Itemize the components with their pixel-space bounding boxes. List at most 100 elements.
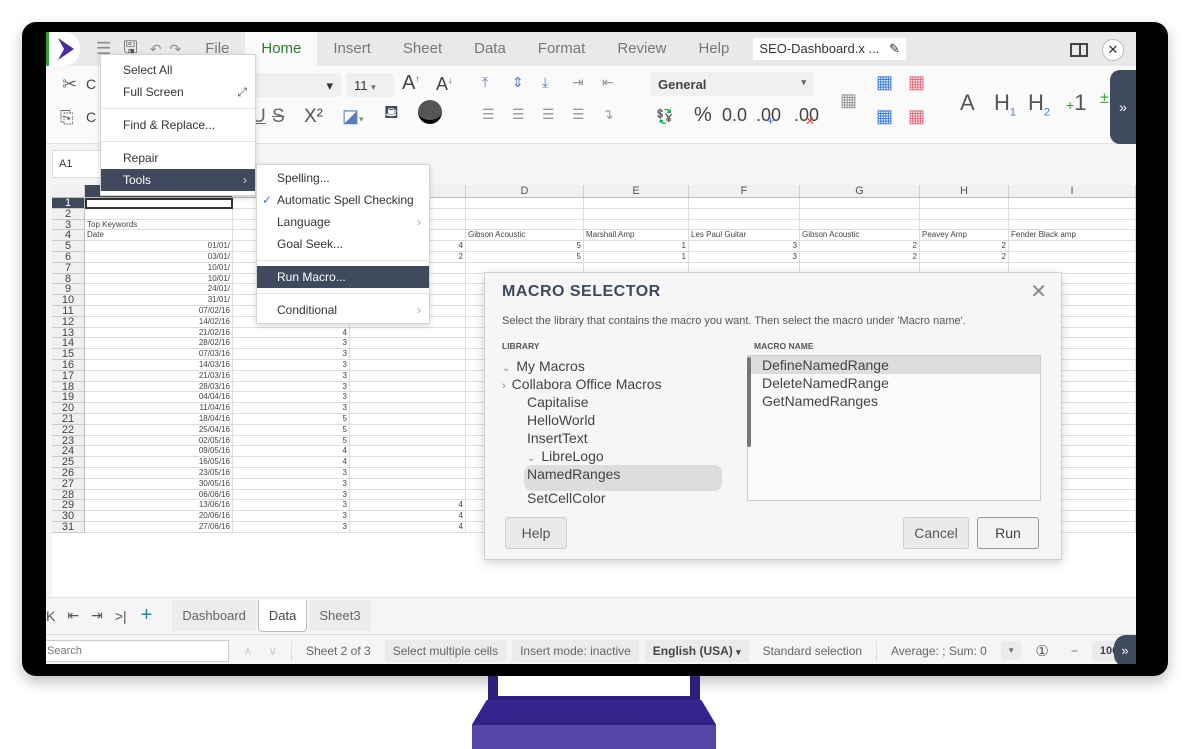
menu-item-goal-seek[interactable]: Goal Seek... bbox=[257, 233, 429, 255]
decrease-indent-icon[interactable]: ⇤ bbox=[602, 74, 614, 91]
wrap-text-icon[interactable]: ↴ bbox=[602, 106, 614, 123]
tab-help[interactable]: Help bbox=[683, 32, 746, 66]
cell[interactable]: 21/02/16 bbox=[85, 327, 233, 339]
cell[interactable]: Gibson Acoustic bbox=[800, 230, 920, 242]
cell[interactable] bbox=[920, 198, 1009, 209]
tree-item-namedranges[interactable]: NamedRanges bbox=[524, 465, 722, 491]
tab-review[interactable]: Review bbox=[601, 32, 682, 66]
menu-item-repair[interactable]: Repair bbox=[101, 147, 255, 169]
cell[interactable]: 18/04/16 bbox=[85, 414, 233, 425]
cell[interactable]: 11/04/16 bbox=[85, 403, 233, 414]
cell[interactable]: 14/02/16 bbox=[85, 316, 233, 328]
cell[interactable]: 13/06/16 bbox=[85, 500, 233, 512]
background-color-icon[interactable]: ⛾ bbox=[384, 102, 399, 126]
document-name-field[interactable]: SEO-Dashboard.x ... ✎ bbox=[753, 38, 906, 60]
copy-icon[interactable]: ⎘ bbox=[60, 108, 74, 128]
row-header[interactable]: 22 bbox=[52, 424, 85, 436]
cancel-button[interactable]: Cancel bbox=[903, 517, 969, 549]
cell[interactable] bbox=[466, 208, 584, 220]
cell[interactable] bbox=[584, 198, 689, 209]
cell[interactable] bbox=[350, 403, 466, 414]
align-right-icon[interactable]: ☰ bbox=[542, 106, 555, 123]
cell[interactable]: 10/01/ bbox=[85, 273, 233, 285]
cell[interactable] bbox=[466, 198, 584, 209]
column-header-f[interactable]: F bbox=[689, 185, 800, 198]
sheet-tab-sheet3[interactable]: Sheet3 bbox=[309, 600, 371, 631]
menu-item-auto-spellcheck[interactable]: ✓ Automatic Spell Checking bbox=[257, 189, 429, 211]
increase-indent-icon[interactable]: ⇥ bbox=[572, 74, 584, 91]
cell[interactable] bbox=[350, 360, 466, 371]
cell[interactable] bbox=[1009, 198, 1136, 209]
collabora-logo[interactable] bbox=[46, 32, 80, 66]
column-header-g[interactable]: G bbox=[800, 185, 920, 198]
cell[interactable]: 27/06/16 bbox=[85, 522, 233, 533]
statusbar-expand-button[interactable]: » bbox=[1114, 635, 1136, 664]
sheet-tab-dashboard[interactable]: Dashboard bbox=[172, 600, 256, 631]
macro-name-list[interactable]: DefineNamedRange DeleteNamedRange GetNam… bbox=[747, 355, 1041, 501]
run-button[interactable]: Run bbox=[977, 517, 1039, 549]
delete-decimal-icon[interactable]: .00✕ bbox=[794, 105, 829, 128]
currency-format-icon[interactable]: 💱 bbox=[656, 108, 673, 125]
menu-item-conditional[interactable]: Conditional › bbox=[257, 299, 429, 321]
grow-font-icon[interactable]: A↑ bbox=[402, 72, 420, 95]
cell[interactable] bbox=[689, 219, 800, 231]
align-top-icon[interactable]: ⤒ bbox=[482, 74, 488, 91]
cell[interactable]: 5 bbox=[233, 435, 350, 447]
cell[interactable]: 3 bbox=[233, 338, 350, 350]
column-header-i[interactable]: I bbox=[1009, 185, 1136, 198]
macro-item-define-named-range[interactable]: DefineNamedRange bbox=[748, 356, 1040, 374]
cell[interactable]: 06/06/16 bbox=[85, 489, 233, 501]
cell[interactable] bbox=[350, 446, 466, 458]
cell[interactable] bbox=[350, 435, 466, 447]
cell[interactable]: 25/04/16 bbox=[85, 424, 233, 436]
search-input[interactable] bbox=[46, 639, 230, 662]
font-name-dropdown[interactable]: ▾ bbox=[251, 73, 341, 97]
cell[interactable]: Peavey Amp bbox=[920, 230, 1009, 242]
number-format-icon[interactable]: 0.0 bbox=[722, 105, 747, 126]
cell[interactable]: 10/01/ bbox=[85, 262, 233, 274]
cell[interactable]: 4 bbox=[233, 457, 350, 468]
cell[interactable]: 20/06/16 bbox=[85, 511, 233, 522]
cell[interactable]: 01/01/ bbox=[85, 241, 233, 252]
font-color-icon[interactable] bbox=[418, 100, 442, 124]
cell[interactable]: 5 bbox=[233, 424, 350, 436]
cell[interactable]: 04/04/16 bbox=[85, 392, 233, 404]
row-header[interactable]: 2 bbox=[52, 208, 85, 220]
tree-item-librelogo[interactable]: ⌄ LibreLogo bbox=[502, 447, 738, 465]
cell[interactable]: 07/03/16 bbox=[85, 349, 233, 360]
ribbon-expand-button[interactable]: » bbox=[1110, 70, 1136, 144]
library-tree[interactable]: ⌄ My Macros › Collabora Office Macros Capi… bbox=[502, 357, 738, 503]
cell[interactable]: 3 bbox=[233, 349, 350, 360]
cell[interactable] bbox=[689, 208, 800, 220]
cell[interactable] bbox=[350, 457, 466, 468]
zoom-out-icon[interactable]: − bbox=[1063, 640, 1086, 662]
cell[interactable]: 3 bbox=[233, 468, 350, 479]
menu-item-spelling[interactable]: Spelling... bbox=[257, 167, 429, 189]
align-left-icon[interactable]: ☰ bbox=[482, 106, 495, 123]
cell[interactable]: 3 bbox=[233, 381, 350, 393]
column-header-d[interactable]: D bbox=[466, 185, 584, 198]
language-dropdown[interactable]: English (USA) ▾ bbox=[644, 639, 749, 662]
row-header[interactable]: 27 bbox=[52, 478, 85, 490]
cell[interactable]: 5 bbox=[466, 241, 584, 252]
cell[interactable]: 4 bbox=[350, 500, 466, 512]
cell[interactable]: 4 bbox=[350, 522, 466, 533]
menu-item-run-macro[interactable]: Run Macro... bbox=[257, 266, 429, 288]
cell[interactable]: 4 bbox=[350, 511, 466, 522]
help-button[interactable]: Help bbox=[505, 517, 567, 549]
menu-item-full-screen[interactable]: Full Screen ⤢ bbox=[101, 81, 255, 103]
tree-item-helloworld[interactable]: HelloWorld bbox=[502, 411, 738, 429]
cell[interactable]: 5 bbox=[466, 252, 584, 263]
cell[interactable]: Top Keywords bbox=[85, 219, 233, 231]
cell[interactable]: 3 bbox=[233, 403, 350, 414]
cell[interactable] bbox=[800, 198, 920, 209]
percent-format-icon[interactable]: % bbox=[694, 104, 712, 127]
style-good-icon[interactable]: +1 bbox=[1066, 90, 1086, 116]
insert-columns-icon[interactable]: ▦ bbox=[876, 106, 893, 127]
delete-rows-icon[interactable]: ▦ bbox=[908, 72, 925, 93]
cell[interactable]: 03/01/ bbox=[85, 252, 233, 263]
style-neutral-icon[interactable]: ± bbox=[1100, 90, 1109, 108]
cell[interactable] bbox=[350, 349, 466, 360]
next-sheet-icon[interactable]: ⇥ bbox=[91, 607, 103, 624]
cell[interactable]: 28/03/16 bbox=[85, 381, 233, 393]
